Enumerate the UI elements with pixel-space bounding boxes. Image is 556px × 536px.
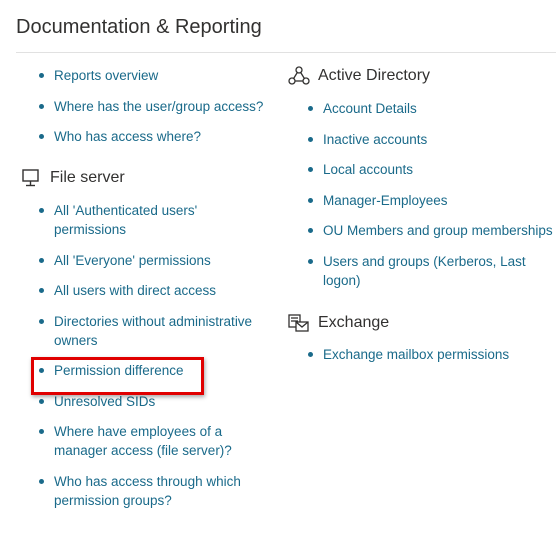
link-local-accounts[interactable]: Local accounts — [290, 160, 556, 179]
exchange-list: Exchange mailbox permissions — [290, 345, 556, 364]
title-divider — [16, 52, 556, 53]
link-label: Manager-Employees — [323, 192, 448, 208]
bullet — [308, 136, 313, 142]
bullet — [39, 478, 44, 484]
link-label: All 'Everyone' permissions — [54, 252, 211, 268]
link-directories-without-owners[interactable]: Directories without administrative owner… — [22, 312, 272, 350]
link-label: OU Members and group memberships — [323, 223, 553, 238]
bullet — [39, 318, 44, 324]
bullet — [308, 258, 313, 264]
page-title: Documentation & Reporting — [16, 16, 262, 38]
file-server-title: File server — [50, 169, 125, 186]
active-directory-list: Account Details Inactive accounts Local … — [290, 99, 556, 290]
link-label: Exchange mailbox permissions — [323, 346, 510, 362]
bullet — [308, 167, 313, 172]
left-column: Reports overview Where has the user/grou… — [22, 64, 272, 521]
bullet — [39, 368, 44, 373]
bullet — [308, 197, 313, 203]
link-label: All users with direct access — [54, 283, 217, 298]
link-users-and-groups[interactable]: Users and groups (Kerberos, Last logon) — [290, 252, 556, 290]
bullet — [39, 398, 44, 404]
bullet — [39, 134, 44, 139]
bullet — [39, 257, 44, 263]
right-column: Active Directory Account Details Inactiv… — [288, 64, 556, 375]
link-label: Permission difference — [54, 363, 184, 378]
link-permission-difference[interactable]: Permission difference — [22, 361, 272, 380]
link-label: Unresolved SIDs — [54, 393, 156, 409]
link-label: Where have employees of a manager access… — [54, 424, 232, 458]
link-manager-employees[interactable]: Manager-Employees — [290, 191, 556, 210]
bullet — [39, 208, 44, 213]
bullet — [39, 429, 44, 434]
link-label: Inactive accounts — [323, 131, 428, 147]
link-exchange-mailbox-permissions[interactable]: Exchange mailbox permissions — [290, 345, 556, 364]
link-label: Users and groups (Kerberos, Last logon) — [323, 253, 526, 288]
exchange-header: Exchange — [288, 311, 556, 335]
active-directory-title: Active Directory — [318, 67, 431, 84]
link-label: Where has the user/group access? — [54, 98, 264, 114]
bullet — [308, 106, 313, 111]
link-everyone-permissions[interactable]: All 'Everyone' permissions — [22, 251, 272, 270]
link-label: Who has access through which permission … — [54, 473, 241, 508]
bullet — [39, 73, 44, 78]
active-directory-icon — [288, 66, 310, 86]
link-who-has-access-where[interactable]: Who has access where? — [22, 127, 272, 146]
link-where-has-user-group-access[interactable]: Where has the user/group access? — [22, 97, 272, 116]
link-authenticated-users-permissions[interactable]: All 'Authenticated users' permissions — [22, 201, 272, 239]
link-label: Who has access where? — [54, 129, 202, 144]
reports-list: Reports overview Where has the user/grou… — [22, 66, 272, 146]
file-server-header: File server — [20, 166, 272, 190]
link-ou-members-group-memberships[interactable]: OU Members and group memberships — [290, 221, 556, 240]
link-label: All 'Authenticated users' permissions — [54, 203, 198, 237]
link-label: Account Details — [323, 101, 417, 116]
bullet — [308, 228, 313, 233]
link-account-details[interactable]: Account Details — [290, 99, 556, 118]
file-server-icon — [20, 168, 42, 188]
link-manager-employees-access[interactable]: Where have employees of a manager access… — [22, 422, 272, 460]
active-directory-header: Active Directory — [288, 64, 556, 88]
link-label: Local accounts — [323, 162, 414, 177]
bullet — [39, 103, 44, 109]
link-users-direct-access[interactable]: All users with direct access — [22, 281, 272, 300]
bullet — [308, 351, 313, 357]
exchange-icon — [288, 313, 310, 333]
link-access-through-permission-groups[interactable]: Who has access through which permission … — [22, 472, 272, 510]
link-reports-overview[interactable]: Reports overview — [22, 66, 272, 85]
exchange-title: Exchange — [318, 313, 390, 331]
link-label: Directories without administrative owner… — [54, 313, 253, 348]
file-server-list: All 'Authenticated users' permissions Al… — [22, 201, 272, 510]
link-unresolved-sids[interactable]: Unresolved SIDs — [22, 392, 272, 411]
bullet — [39, 288, 44, 293]
link-inactive-accounts[interactable]: Inactive accounts — [290, 130, 556, 149]
link-label: Reports overview — [54, 68, 159, 83]
